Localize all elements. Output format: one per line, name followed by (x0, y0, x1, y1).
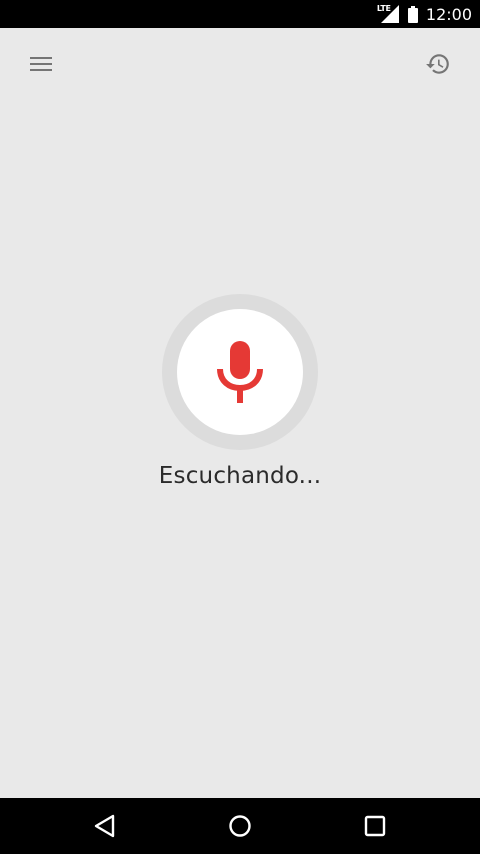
network-type-label: LTE (376, 4, 391, 13)
back-triangle-icon (94, 814, 115, 838)
battery-icon (407, 5, 418, 23)
recents-square-icon (364, 815, 386, 837)
status-icons: LTE 12:00 (376, 0, 472, 28)
signal-icon: LTE (376, 4, 400, 24)
nav-home-button[interactable] (212, 802, 268, 850)
listening-status-text: Escuchando... (158, 463, 322, 489)
nav-back-button[interactable] (77, 802, 133, 850)
status-bar: LTE 12:00 (0, 0, 480, 28)
history-button[interactable] (414, 40, 462, 88)
voice-search-screen: Escuchando... (0, 28, 480, 798)
menu-button[interactable] (17, 40, 65, 88)
hamburger-menu-icon (30, 57, 52, 71)
microphone-icon (217, 341, 263, 403)
navigation-bar (0, 798, 480, 854)
mic-button[interactable] (177, 309, 303, 435)
history-icon (426, 54, 449, 74)
home-circle-icon (229, 815, 251, 837)
nav-recents-button[interactable] (347, 802, 403, 850)
status-clock: 12:00 (425, 4, 472, 24)
